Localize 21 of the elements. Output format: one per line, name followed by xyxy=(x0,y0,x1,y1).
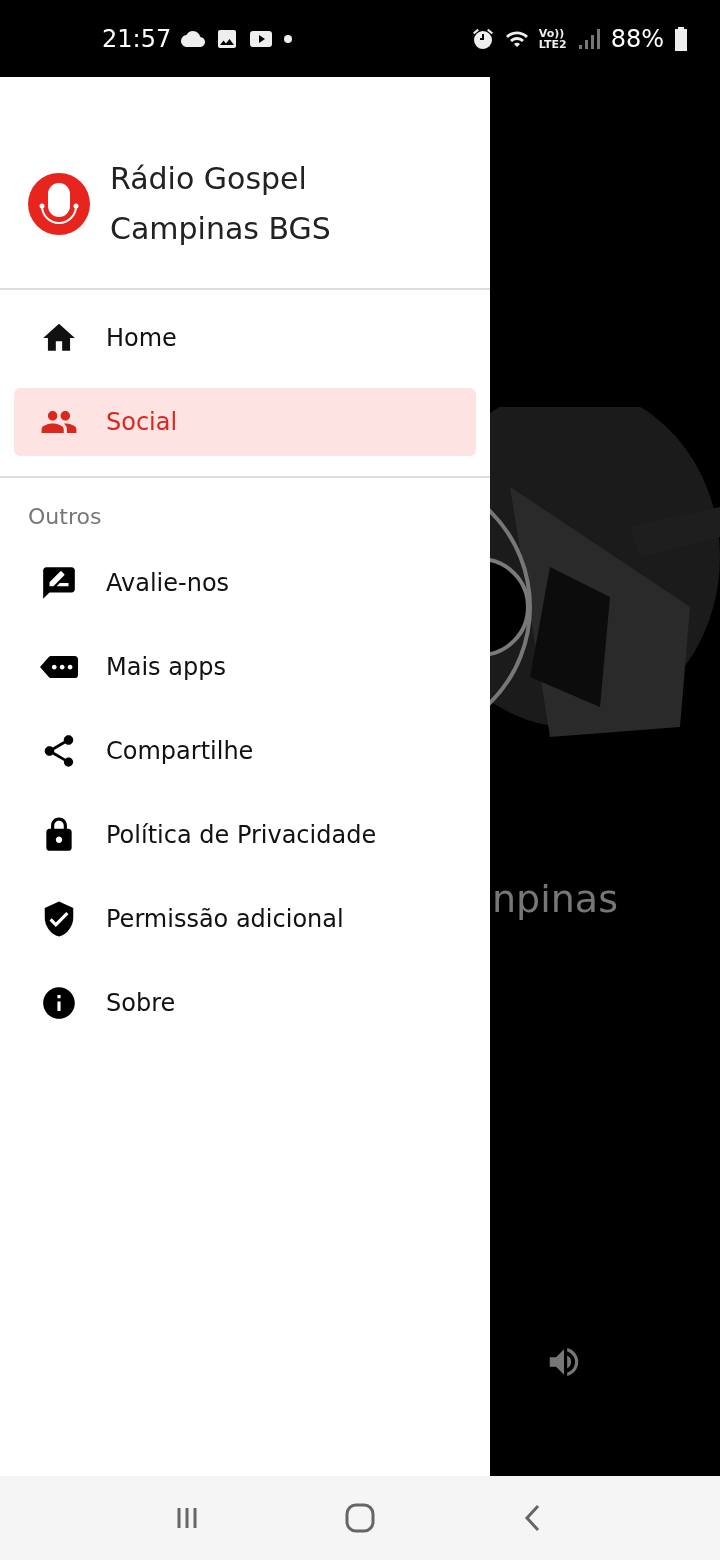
app-title: Rádio Gospel Campinas BGS xyxy=(110,159,332,248)
menu-item[interactable]: Social xyxy=(14,388,476,456)
menu-item[interactable]: Permissão adicional xyxy=(14,885,476,953)
menu-item[interactable]: Mais apps xyxy=(14,633,476,701)
section-header: Outros xyxy=(27,503,103,531)
network-label: Vo)) xyxy=(538,27,565,39)
menu-item[interactable]: Política de Privacidade xyxy=(14,801,476,869)
alarm-icon xyxy=(470,26,495,51)
menu-item[interactable]: Sobre xyxy=(14,969,476,1037)
info-icon xyxy=(40,984,78,1022)
dot-icon xyxy=(283,33,294,44)
microphone-logo-icon xyxy=(28,172,90,235)
menu-item[interactable]: Compartilhe xyxy=(14,717,476,785)
signal-icon xyxy=(576,26,601,51)
battery-icon xyxy=(674,26,688,51)
menu-item[interactable]: Avalie-nos xyxy=(14,549,476,617)
menu-item[interactable]: Home xyxy=(14,304,476,372)
battery-percent: 88% xyxy=(610,24,664,53)
network-label: LTE2 xyxy=(538,38,567,50)
station-title: npinas xyxy=(492,877,618,921)
clock-time: 21:57 xyxy=(102,24,172,53)
